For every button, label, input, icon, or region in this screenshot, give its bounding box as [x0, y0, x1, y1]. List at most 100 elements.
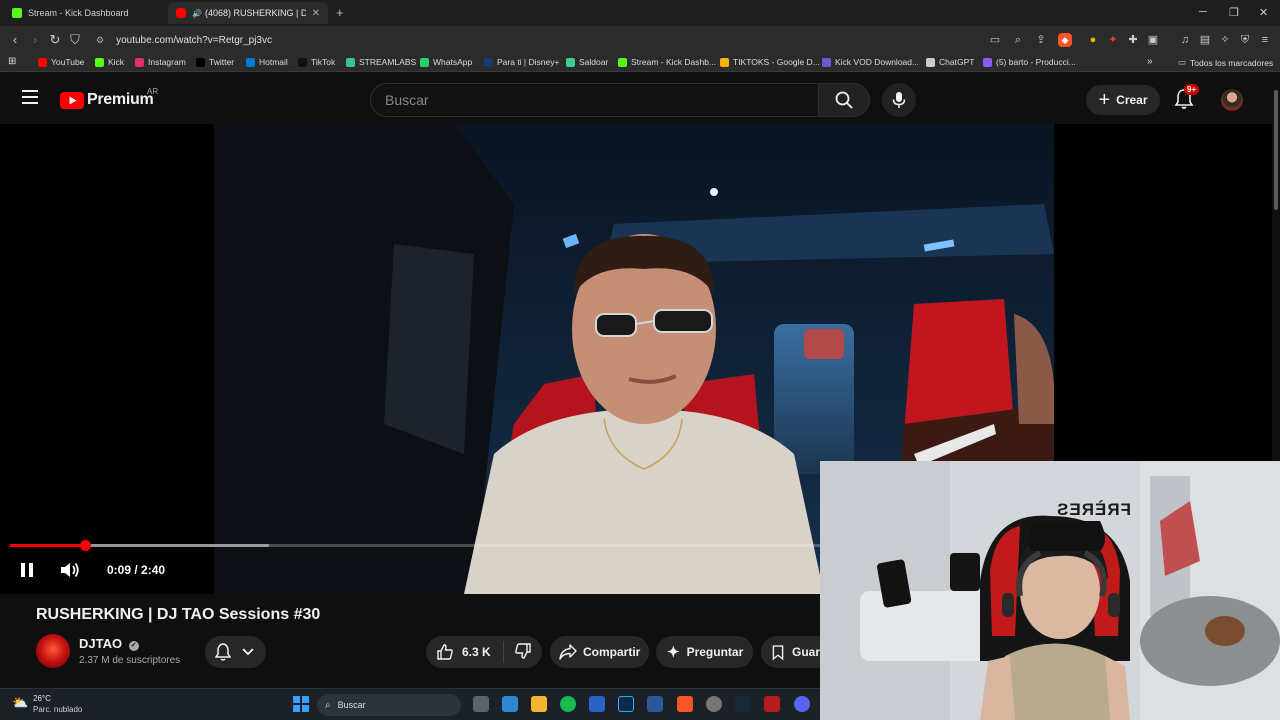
- like-button[interactable]: 6.3 K: [426, 641, 504, 663]
- bookmark-item[interactable]: Stream - Kick Dashb...: [618, 57, 716, 67]
- site-info-icon[interactable]: ⚙: [96, 35, 104, 46]
- menu-icon[interactable]: ≡: [1258, 33, 1272, 47]
- ask-button[interactable]: ✦ Preguntar: [656, 636, 753, 668]
- photoshop-icon[interactable]: [618, 696, 634, 712]
- bookmark-label: TIKTOKS - Google D...: [733, 57, 820, 67]
- word-icon[interactable]: [647, 696, 663, 712]
- bookmark-item[interactable]: Hotmail: [246, 57, 288, 67]
- bookmark-label: (5) barto - Producci...: [996, 57, 1076, 67]
- weather-temperature[interactable]: 26°C: [33, 694, 51, 703]
- tab-youtube-video[interactable]: 🔊 (4068) RUSHERKING | DJ TAO ✕: [168, 2, 328, 24]
- bookmark-item[interactable]: WhatsApp: [420, 57, 472, 67]
- video-title: RUSHERKING | DJ TAO Sessions #30: [36, 606, 321, 623]
- search-input[interactable]: Buscar: [370, 83, 818, 117]
- hamburger-menu-icon[interactable]: [22, 90, 38, 104]
- spotify-icon[interactable]: [560, 696, 576, 712]
- discord-icon[interactable]: [794, 696, 810, 712]
- channel-name[interactable]: DJTAO ✓: [79, 636, 139, 651]
- search-button[interactable]: [818, 83, 870, 117]
- account-avatar[interactable]: [1221, 89, 1243, 111]
- vegas-icon[interactable]: [589, 696, 605, 712]
- extension-icon[interactable]: ✦: [1106, 33, 1120, 47]
- bookmark-item[interactable]: Para ti | Disney+: [484, 57, 559, 67]
- notifications-button[interactable]: 9+: [1174, 84, 1200, 115]
- taskbar-search-label: Buscar: [337, 700, 366, 710]
- save-label: Guar: [791, 645, 820, 659]
- steam-icon[interactable]: [735, 696, 751, 712]
- ask-label: Preguntar: [686, 645, 744, 659]
- bookmark-item[interactable]: YouTube: [38, 57, 84, 67]
- share-icon[interactable]: ⇪: [1034, 33, 1048, 47]
- close-window-button[interactable]: ✕: [1259, 6, 1268, 19]
- scrollbar-thumb[interactable]: [1274, 90, 1278, 210]
- brave-shield-icon[interactable]: ◆: [1058, 33, 1072, 47]
- widgets-icon[interactable]: [502, 696, 518, 712]
- address-bar-row: ‹ › ↻ ⛉ ⚙ youtube.com/watch?v=Retgr_pj3v…: [0, 26, 1280, 54]
- bookmark-item[interactable]: STREAMLABS: [346, 57, 416, 67]
- task-view-icon[interactable]: [473, 696, 489, 712]
- puzzle-icon[interactable]: ✚: [1126, 33, 1140, 47]
- country-code: AR: [147, 87, 159, 96]
- webcam-overlay: FRÈRES: [820, 461, 1280, 720]
- windows-start-icon[interactable]: [293, 696, 309, 712]
- sidebar-icon[interactable]: ▣: [1146, 33, 1160, 47]
- apps-grid-icon[interactable]: ⊞: [8, 56, 16, 67]
- bookmark-item[interactable]: Instagram: [135, 57, 186, 67]
- bookmark-item[interactable]: Kick: [95, 57, 124, 67]
- save-button[interactable]: Guar: [761, 636, 820, 668]
- volume-button[interactable]: [60, 561, 80, 584]
- bookmark-item[interactable]: Twitter: [196, 57, 234, 67]
- music-icon[interactable]: ♫: [1178, 33, 1192, 47]
- file-explorer-icon[interactable]: [531, 696, 547, 712]
- thumbs-up-icon: [437, 644, 453, 660]
- bookmark-label: STREAMLABS: [359, 57, 417, 67]
- back-button[interactable]: ‹: [7, 32, 23, 47]
- new-tab-button[interactable]: +: [336, 5, 344, 20]
- voice-search-button[interactable]: [882, 83, 916, 117]
- share-button[interactable]: Compartir: [550, 636, 649, 668]
- tab-kick-dashboard[interactable]: Stream - Kick Dashboard: [4, 2, 164, 24]
- bookmark-item[interactable]: TIKTOKS - Google D...: [720, 57, 820, 67]
- obs-icon[interactable]: [706, 696, 722, 712]
- cast-icon[interactable]: ▭: [988, 33, 1002, 47]
- chevron-down-icon: [242, 648, 254, 656]
- bookmarks-overflow-button[interactable]: »: [1147, 56, 1153, 67]
- weather-description[interactable]: Parc. nublado: [33, 705, 82, 714]
- bookmark-item[interactable]: Kick VOD Download...: [822, 57, 919, 67]
- youtube-premium-logo[interactable]: Premium: [60, 91, 154, 109]
- vpn-icon[interactable]: ⛨: [1238, 33, 1252, 47]
- leo-ai-icon[interactable]: ✧: [1218, 33, 1232, 47]
- bookmark-label: WhatsApp: [433, 57, 473, 67]
- restore-button[interactable]: ❐: [1229, 6, 1239, 19]
- bookmark-item[interactable]: TikTok: [298, 57, 335, 67]
- bookmark-favicon-icon: [420, 57, 429, 67]
- wallet-icon[interactable]: ▤: [1198, 33, 1212, 47]
- bookmark-item[interactable]: (5) barto - Producci...: [983, 57, 1076, 67]
- reload-button[interactable]: ↻: [47, 32, 63, 48]
- bookmark-item[interactable]: ChatGPT: [926, 57, 974, 67]
- taskbar-search[interactable]: ⌕ Buscar: [317, 694, 461, 716]
- brave-browser-icon[interactable]: [677, 696, 693, 712]
- forward-button[interactable]: ›: [27, 32, 43, 47]
- browser-tab-bar: Stream - Kick Dashboard 🔊 (4068) RUSHERK…: [0, 0, 1280, 26]
- all-bookmarks-folder[interactable]: ▭ Todos los marcadores: [1178, 57, 1273, 68]
- weather-icon[interactable]: ⛅: [12, 695, 28, 711]
- channel-avatar[interactable]: [36, 634, 70, 668]
- extension-icon[interactable]: ●: [1086, 33, 1100, 47]
- youtube-logo-icon: [60, 91, 84, 109]
- bookmark-page-icon[interactable]: ⛉: [67, 32, 83, 48]
- bookmark-favicon-icon: [983, 57, 992, 67]
- url-field[interactable]: ⚙ youtube.com/watch?v=Retgr_pj3vc: [86, 30, 976, 50]
- pause-icon: [21, 563, 33, 577]
- page-scrollbar[interactable]: [1272, 72, 1280, 461]
- premium-label: Premium: [87, 91, 154, 108]
- close-tab-icon[interactable]: ✕: [306, 8, 320, 19]
- create-button[interactable]: + Crear: [1086, 85, 1160, 115]
- zoom-icon[interactable]: ⌕: [1011, 33, 1025, 47]
- voice-app-icon[interactable]: [764, 696, 780, 712]
- subscription-bell-button[interactable]: [205, 636, 266, 668]
- bookmark-item[interactable]: Saldoar: [566, 57, 608, 67]
- dislike-button[interactable]: [504, 642, 532, 663]
- pause-button[interactable]: [20, 562, 34, 583]
- minimize-button[interactable]: ─: [1199, 6, 1207, 18]
